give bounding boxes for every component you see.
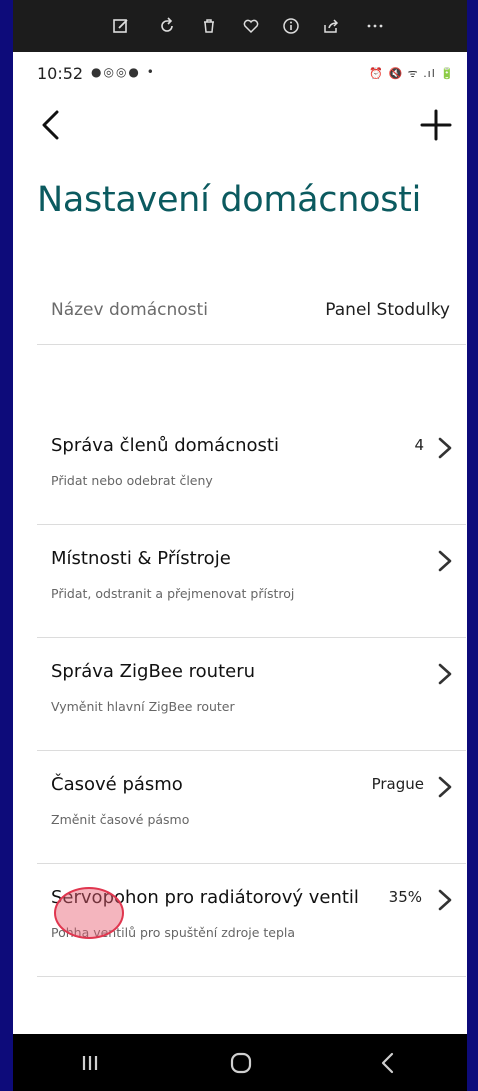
plus-icon	[420, 109, 452, 141]
back-button[interactable]	[37, 108, 67, 142]
system-status-icons: ⏰ 🔇 ᯤ .ıl 🔋	[369, 67, 455, 80]
share-icon[interactable]	[319, 14, 343, 38]
delete-icon[interactable]	[197, 14, 221, 38]
timezone-value: Prague	[371, 775, 424, 793]
viewer-toolbar	[13, 0, 467, 52]
household-name-label: Název domácnosti	[51, 300, 208, 320]
menu-item-rooms-devices[interactable]: Místnosti & Přístroje Přidat, odstranit …	[37, 525, 466, 638]
system-nav-bar	[13, 1034, 467, 1091]
valve-percentage: 35%	[388, 888, 422, 906]
menu-item-zigbee-router[interactable]: Správa ZigBee routeru Vyměnit hlavní Zig…	[37, 638, 466, 751]
members-count: 4	[414, 436, 424, 454]
status-bar: 10:52 ●◎◎● • ⏰ 🔇 ᯤ .ıl 🔋	[13, 52, 467, 92]
menu-item-title: Časové pásmo	[51, 774, 183, 795]
chevron-left-icon	[42, 110, 59, 140]
menu-item-subtitle: Změnit časové pásmo	[51, 812, 190, 827]
menu-item-title: Správa ZigBee routeru	[51, 661, 256, 682]
touch-indicator	[54, 887, 124, 939]
chevron-right-icon	[438, 663, 452, 685]
more-icon[interactable]	[363, 14, 387, 38]
chevron-right-icon	[438, 550, 452, 572]
rotate-icon[interactable]	[155, 14, 179, 38]
heart-icon[interactable]	[239, 14, 263, 38]
add-button[interactable]	[419, 108, 453, 142]
menu-item-members[interactable]: Správa členů domácnosti Přidat nebo odeb…	[37, 412, 466, 525]
menu-item-title: Místnosti & Přístroje	[51, 548, 231, 569]
menu-item-title: Správa členů domácnosti	[51, 435, 279, 456]
menu-item-subtitle: Přidat nebo odebrat členy	[51, 473, 213, 488]
household-name-row[interactable]: Název domácnosti Panel Stodulky	[37, 290, 466, 345]
menu-item-timezone[interactable]: Časové pásmo Změnit časové pásmo Prague	[37, 751, 466, 864]
edit-icon[interactable]	[109, 14, 133, 38]
status-time: 10:52	[37, 64, 84, 83]
menu-item-subtitle: Vyměnit hlavní ZigBee router	[51, 699, 235, 714]
info-icon[interactable]	[279, 14, 303, 38]
menu-item-subtitle: Přidat, odstranit a přejmenovat přístroj	[51, 586, 295, 601]
chevron-right-icon	[438, 437, 452, 459]
page-title: Nastavení domácnosti	[37, 180, 422, 220]
home-icon[interactable]	[226, 1051, 256, 1075]
notification-icons: ●◎◎● •	[91, 65, 156, 79]
chevron-right-icon	[438, 889, 452, 911]
recent-apps-icon[interactable]	[75, 1051, 105, 1075]
household-name-value: Panel Stodulky	[325, 300, 450, 320]
back-nav-icon[interactable]	[373, 1051, 403, 1075]
chevron-right-icon	[438, 776, 452, 798]
